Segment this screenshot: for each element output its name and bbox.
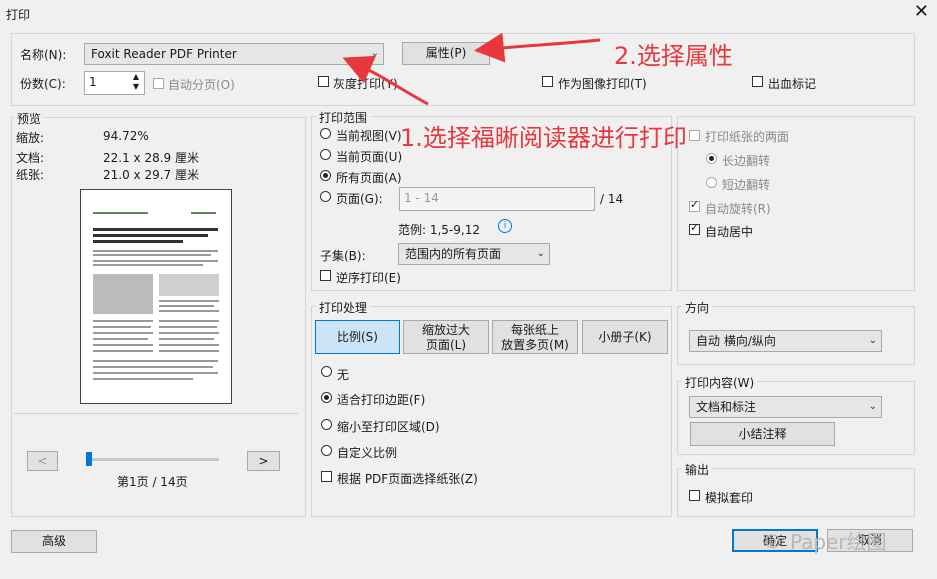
annotation-step1: 1.选择福晰阅读器进行打印	[400, 124, 687, 152]
wechat-icon: ◎	[765, 530, 781, 551]
arrow-to-properties	[474, 32, 601, 63]
annotation-step2: 2.选择属性	[614, 42, 733, 70]
arrow-to-printer-select	[342, 55, 429, 106]
annotation-arrows	[342, 32, 601, 106]
watermark-text: Paper绘图	[790, 530, 887, 554]
